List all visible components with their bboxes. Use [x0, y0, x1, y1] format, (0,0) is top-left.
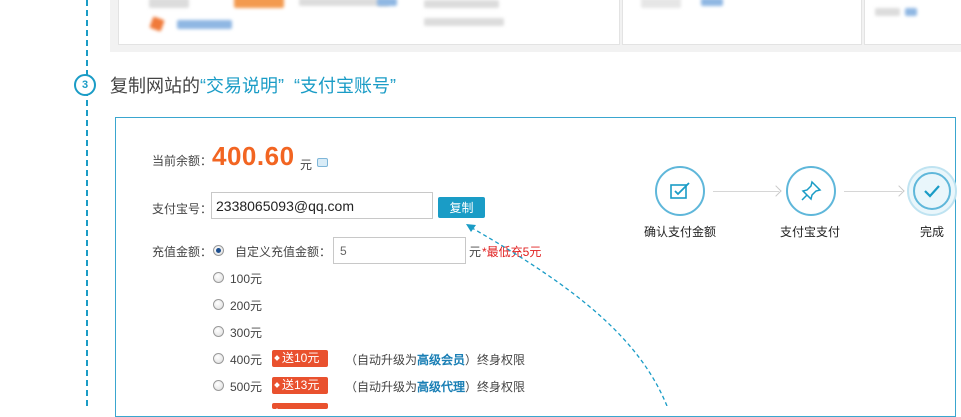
pointer-arrow	[466, 224, 668, 406]
